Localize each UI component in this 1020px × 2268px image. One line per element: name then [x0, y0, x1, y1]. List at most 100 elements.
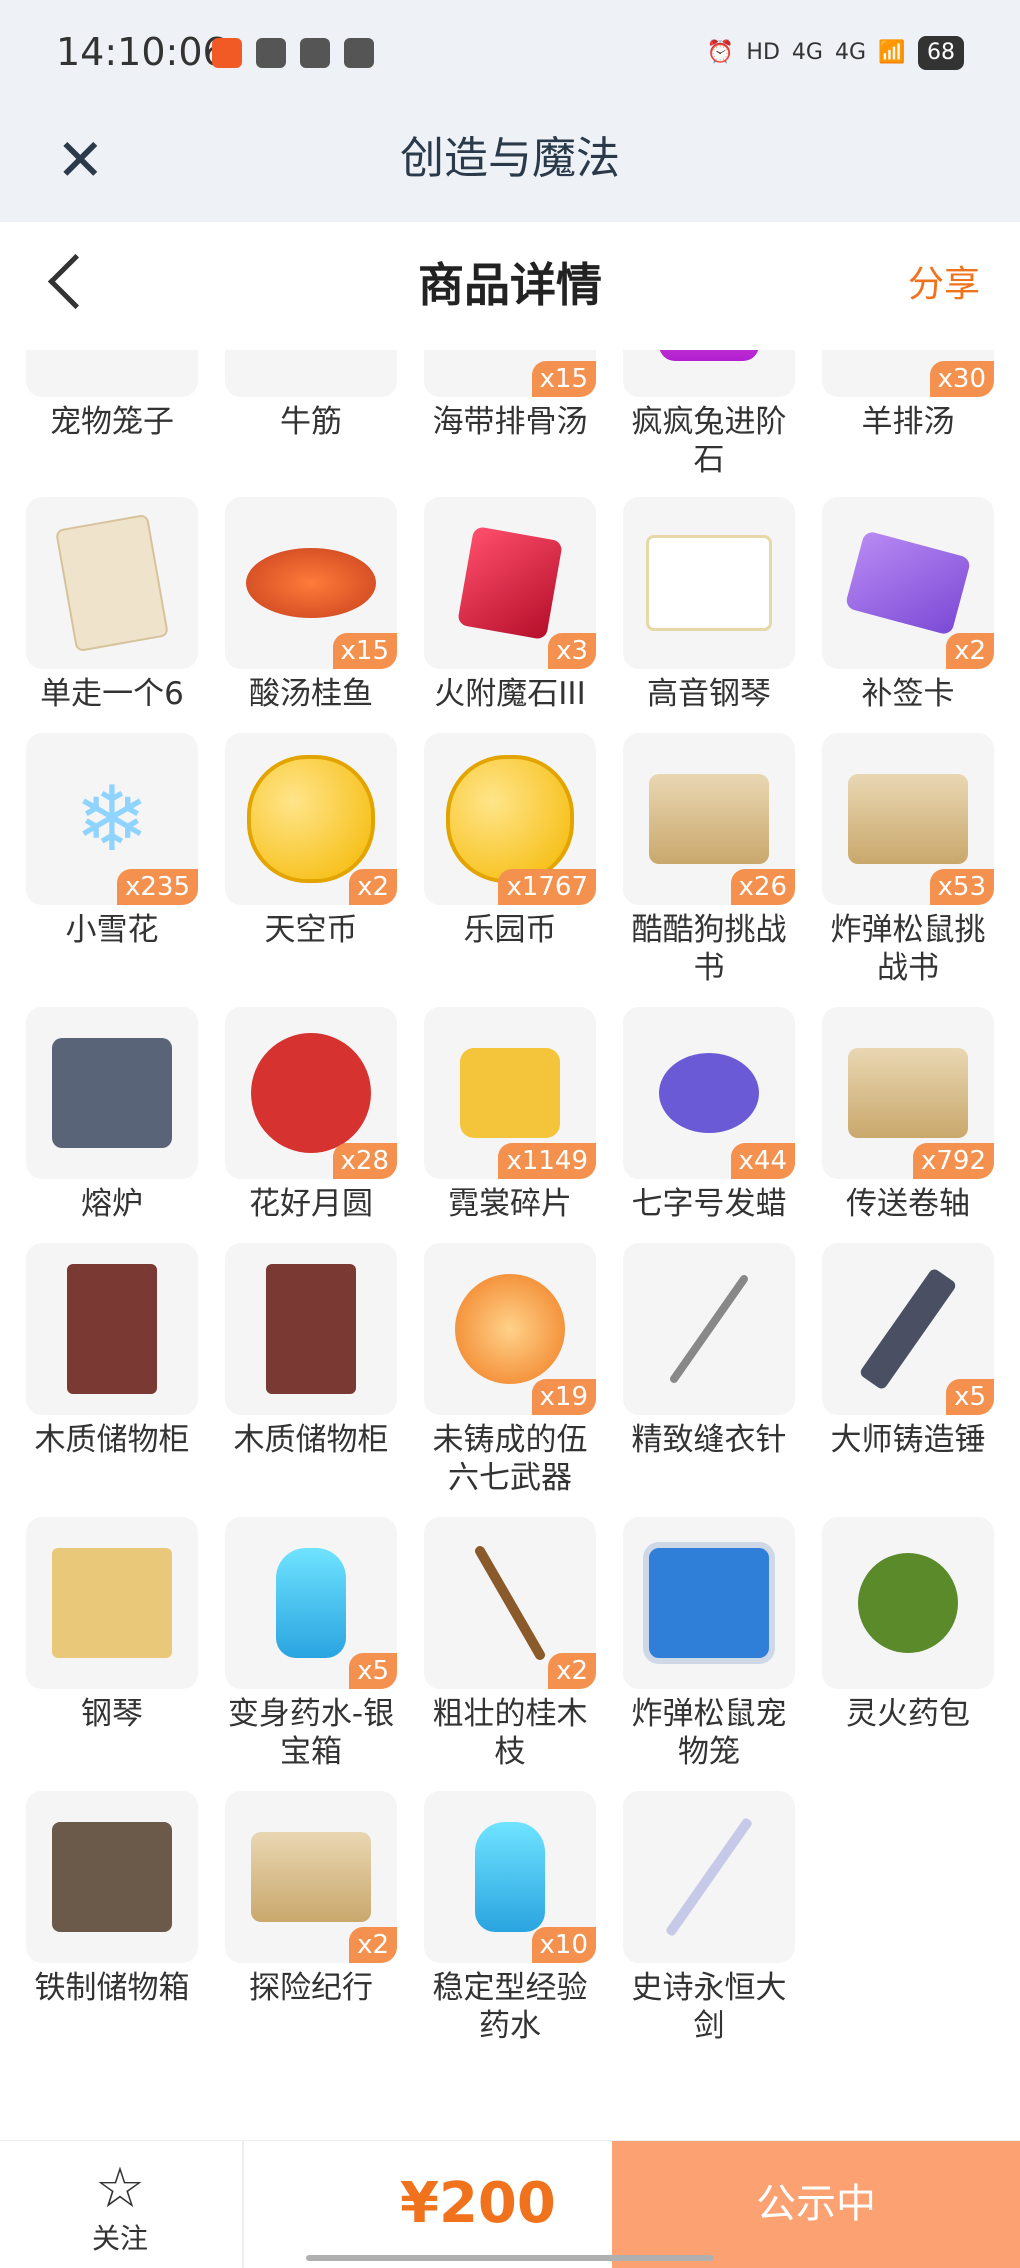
- item-card[interactable]: 木质储物柜: [26, 1243, 198, 1517]
- item-card[interactable]: x5 变身药水-银宝箱: [225, 1517, 397, 1791]
- app-notification-icon: [300, 38, 330, 68]
- bottle-icon: [475, 1822, 545, 1932]
- item-thumbnail: [623, 1517, 795, 1689]
- item-card[interactable]: 牛筋: [225, 350, 397, 497]
- item-card[interactable]: 疯疯兔进阶石: [623, 350, 795, 497]
- item-card[interactable]: x19 未铸成的伍六七武器: [424, 1243, 596, 1517]
- item-name: 大师铸造锤: [830, 1422, 986, 1458]
- item-name: 补签卡: [861, 676, 955, 712]
- item-name: 精致缝衣针: [631, 1422, 787, 1458]
- item-thumbnail: x2: [424, 1517, 596, 1689]
- item-card[interactable]: 炸弹松鼠宠物笼: [623, 1517, 795, 1791]
- item-thumbnail: x15: [225, 497, 397, 669]
- signal-icon: 4G: [834, 40, 866, 65]
- item-name: 高音钢琴: [647, 676, 771, 712]
- item-thumbnail: [26, 1243, 198, 1415]
- card-icon: [54, 513, 170, 653]
- item-name: 七字号发蜡: [631, 1186, 787, 1222]
- item-thumbnail: x53: [822, 733, 994, 905]
- hex-icon: [659, 350, 759, 361]
- battery-icon: 68: [918, 36, 964, 70]
- item-card[interactable]: x2 粗壮的桂木枝: [424, 1517, 596, 1791]
- miniprogram-header: ✕ 创造与魔法: [0, 110, 1020, 222]
- app-notification-icon: [256, 38, 286, 68]
- item-name: 酷酷狗挑战书: [631, 912, 787, 986]
- item-card[interactable]: x53 炸弹松鼠挑战书: [822, 733, 994, 1007]
- item-card[interactable]: ❄ x235 小雪花: [26, 733, 198, 1007]
- item-thumbnail: [225, 1243, 397, 1415]
- item-name: 酸汤桂鱼: [249, 676, 373, 712]
- piano-icon: [646, 535, 772, 631]
- item-card[interactable]: x2 补签卡: [822, 497, 994, 733]
- item-card[interactable]: x28 花好月圆: [225, 1007, 397, 1243]
- item-card[interactable]: x2 天空币: [225, 733, 397, 1007]
- item-thumbnail: x792: [822, 1007, 994, 1179]
- item-card[interactable]: x10 稳定型经验药水: [424, 1791, 596, 2044]
- item-name: 宠物笼子: [50, 404, 174, 440]
- quantity-badge: x26: [730, 869, 795, 905]
- item-thumbnail: x19: [424, 1243, 596, 1415]
- hammer-icon: [858, 1267, 958, 1391]
- item-card[interactable]: 宠物笼子: [26, 350, 198, 497]
- scroll-icon: [848, 774, 968, 864]
- item-card[interactable]: x5 大师铸造锤: [822, 1243, 994, 1517]
- item-card[interactable]: x1149 霓裳碎片: [424, 1007, 596, 1243]
- cab-icon: [67, 1264, 157, 1394]
- item-thumbnail: [822, 1517, 994, 1689]
- item-name: 熔炉: [81, 1186, 143, 1222]
- item-card[interactable]: 精致缝衣针: [623, 1243, 795, 1517]
- item-card[interactable]: 铁制储物箱: [26, 1791, 198, 2041]
- app-notification-icon: [212, 38, 242, 68]
- home-indicator[interactable]: [306, 2255, 714, 2261]
- status-bar: 14:10:06 ⏰ HD 4G 4G 📶 68: [0, 0, 1020, 110]
- item-thumbnail: [623, 497, 795, 669]
- item-card[interactable]: x792 传送卷轴: [822, 1007, 994, 1243]
- item-thumbnail: [623, 350, 795, 397]
- hd-icon: HD: [746, 40, 780, 65]
- item-thumbnail: [26, 1007, 198, 1179]
- bottle-icon: [276, 1548, 346, 1658]
- share-button[interactable]: 分享: [908, 260, 980, 310]
- status-app-icons: [212, 38, 374, 68]
- item-grid-viewport[interactable]: 宠物笼子 牛筋 x15 海带排骨汤 疯疯兔进阶石 x30 羊排汤单走一个6 x15 酸汤桂鱼 x3…: [0, 350, 1020, 2095]
- item-name: 传送卷轴: [846, 1186, 970, 1222]
- quantity-badge: x15: [332, 633, 397, 669]
- item-card[interactable]: 钢琴: [26, 1517, 198, 1791]
- item-card[interactable]: x1767 乐园币: [424, 733, 596, 1007]
- item-card[interactable]: 木质储物柜: [225, 1243, 397, 1517]
- quantity-badge: x5: [349, 1653, 397, 1689]
- dish-icon: [246, 548, 376, 618]
- item-row: ❄ x235 小雪花 x2 天空币 x1767 乐园币 x26 酷酷狗挑战书 x53 炸弹松鼠挑战书: [26, 733, 1006, 1007]
- item-card[interactable]: x15 海带排骨汤: [424, 350, 596, 497]
- item-name: 铁制储物箱: [34, 1970, 190, 2006]
- item-card[interactable]: x26 酷酷狗挑战书: [623, 733, 795, 1007]
- item-name: 变身药水-银宝箱: [227, 1696, 395, 1770]
- status-button[interactable]: 公示中: [612, 2141, 1020, 2268]
- item-card[interactable]: 灵火药包: [822, 1517, 994, 1791]
- item-card[interactable]: 熔炉: [26, 1007, 198, 1243]
- item-name: 花好月圆: [249, 1186, 373, 1222]
- piano2-icon: [52, 1548, 172, 1658]
- item-name: 炸弹松鼠宠物笼: [631, 1696, 787, 1770]
- item-card[interactable]: x30 羊排汤: [822, 350, 994, 497]
- item-row: 钢琴 x5 变身药水-银宝箱 x2 粗壮的桂木枝 炸弹松鼠宠物笼 灵火药包: [26, 1517, 1006, 1791]
- item-card[interactable]: x15 酸汤桂鱼: [225, 497, 397, 733]
- star-icon: ☆: [94, 2156, 146, 2221]
- ticket-icon: [844, 530, 972, 636]
- item-card[interactable]: x3 火附魔石III: [424, 497, 596, 733]
- item-name: 灵火药包: [846, 1696, 970, 1732]
- item-card[interactable]: 史诗永恒大剑: [623, 1791, 795, 2044]
- item-card[interactable]: 高音钢琴: [623, 497, 795, 733]
- item-name: 未铸成的伍六七武器: [432, 1422, 588, 1496]
- follow-button[interactable]: ☆ 关注: [60, 2161, 180, 2257]
- item-card[interactable]: x44 七字号发蜡: [623, 1007, 795, 1243]
- page-title: 商品详情: [418, 258, 602, 312]
- moon-icon: [251, 1033, 371, 1153]
- quantity-badge: x44: [730, 1143, 795, 1179]
- item-name: 羊排汤: [861, 404, 955, 440]
- item-card[interactable]: x2 探险纪行: [225, 1791, 397, 2041]
- quantity-badge: x15: [531, 361, 596, 397]
- item-name: 炸弹松鼠挑战书: [830, 912, 986, 986]
- item-card[interactable]: 单走一个6: [26, 497, 198, 733]
- quantity-badge: x235: [116, 869, 198, 905]
